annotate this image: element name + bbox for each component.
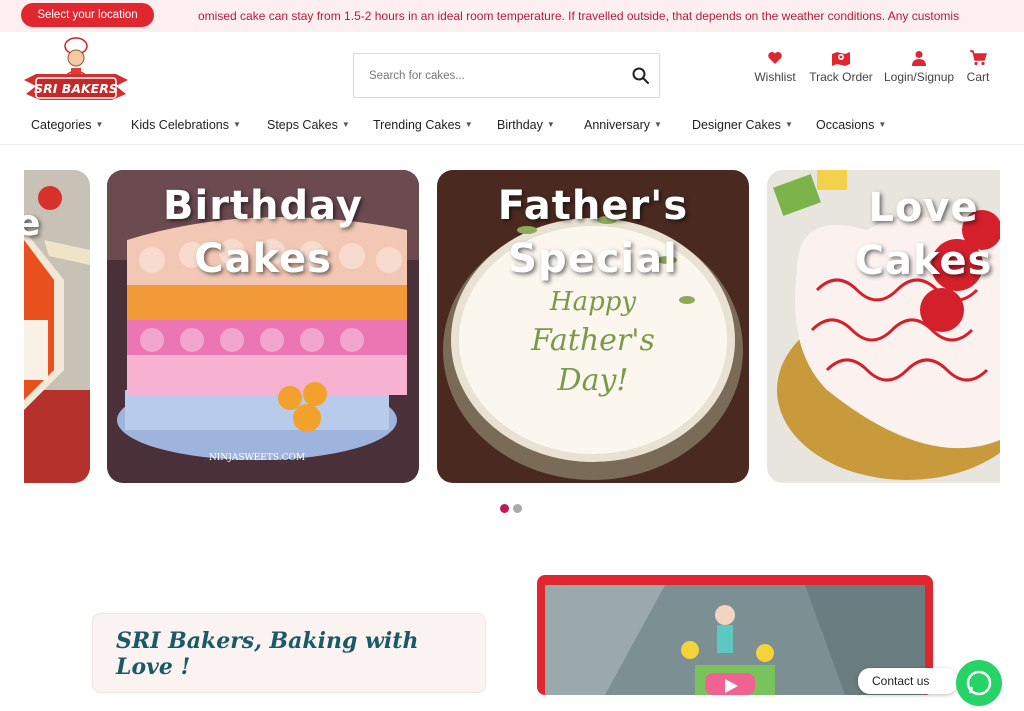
slide-title-line2: Cakes (854, 238, 993, 284)
contact-us-button[interactable]: Contact us (858, 668, 958, 694)
carousel-dots (500, 500, 526, 518)
svg-text:Happy: Happy (549, 287, 636, 317)
site-header: SRI BAKERS Wishlist Track Order Login/Si… (0, 32, 1024, 110)
cart-icon (970, 50, 987, 66)
chevron-down-icon: ▼ (878, 120, 887, 129)
nav-item-steps-cakes[interactable]: Steps Cakes ▼ (267, 118, 350, 132)
chevron-down-icon: ▼ (654, 120, 662, 129)
carousel-slide-love[interactable]: Love Cakes (767, 170, 1000, 483)
search-input[interactable] (369, 66, 619, 86)
login-signup-label: Login/Signup (884, 70, 955, 84)
carousel-dot-active[interactable] (500, 504, 509, 513)
nav-item-kids-celebrations[interactable]: Kids Celebrations ▼ (131, 118, 241, 132)
svg-text:Father's: Father's (530, 323, 655, 358)
chevron-down-icon: ▼ (784, 120, 793, 129)
slide-title-line2: Special (508, 236, 678, 282)
whatsapp-icon (966, 670, 992, 696)
watermark-text: NINJASWEETS.COM (209, 453, 305, 463)
nav-label: Occasions (816, 118, 875, 132)
nav-item-designer-cakes[interactable]: Designer Cakes ▼ (692, 118, 793, 132)
nav-label: Kids Celebrations (131, 118, 229, 132)
slide-title-line2: e (24, 203, 42, 244)
track-order-label: Track Order (809, 70, 873, 84)
nav-label: Anniversary (584, 118, 650, 132)
search-box[interactable] (353, 53, 660, 98)
nav-item-categories[interactable]: Categories ▼ (31, 118, 103, 132)
slide-title-line1: Love (868, 185, 979, 231)
search-icon[interactable] (631, 66, 651, 86)
whatsapp-button[interactable] (956, 660, 1002, 706)
map-pin-icon (832, 52, 850, 66)
heart-icon (768, 52, 782, 64)
chevron-down-icon: ▼ (232, 120, 241, 129)
announcement-text: omised cake can stay from 1.5-2 hours in… (198, 9, 960, 23)
main-nav: Categories ▼ Kids Celebrations ▼ Steps Cak… (0, 110, 1024, 145)
nav-label: Designer Cakes (692, 118, 781, 132)
nav-item-birthday[interactable]: Birthday ▼ (497, 118, 555, 132)
slide-title-line2: Cakes (194, 236, 332, 282)
chevron-down-icon: ▼ (464, 120, 473, 129)
carousel-slide-partial[interactable]: e (24, 170, 90, 483)
chevron-down-icon: ▼ (341, 120, 350, 129)
about-title: SRI Bakers, Baking with Love ! (116, 628, 419, 680)
nav-label: Trending Cakes (373, 118, 461, 132)
logo-text: SRI BAKERS (34, 81, 118, 96)
wishlist-label: Wishlist (754, 70, 796, 84)
cart-label: Cart (966, 70, 990, 84)
sri-bakers-logo[interactable]: SRI BAKERS (22, 36, 130, 104)
select-location-button[interactable]: Select your location (21, 3, 154, 27)
user-icon (912, 51, 926, 66)
nav-item-anniversary[interactable]: Anniversary ▼ (584, 118, 662, 132)
announcement-bar: Select your location omised cake can sta… (0, 0, 1024, 32)
carousel-slide-birthday[interactable]: NINJASWEETS.COM Birthday Cakes (107, 170, 419, 483)
chevron-down-icon: ▼ (546, 120, 555, 129)
nav-label: Steps Cakes (267, 118, 338, 132)
nav-label: Birthday (497, 118, 543, 132)
svg-text:Day!: Day! (557, 363, 629, 398)
cart-link[interactable]: Cart (963, 50, 993, 90)
track-order-link[interactable]: Track Order (808, 50, 874, 90)
nav-label: Categories (31, 118, 92, 132)
login-signup-link[interactable]: Login/Signup (884, 50, 954, 90)
slide-title-line1: Birthday (163, 183, 363, 229)
chevron-down-icon: ▼ (95, 120, 104, 129)
wishlist-link[interactable]: Wishlist (751, 50, 799, 90)
slide-title-line1: Father's (497, 183, 689, 229)
nav-item-trending-cakes[interactable]: Trending Cakes ▼ (373, 118, 473, 132)
carousel-dot[interactable] (513, 504, 522, 513)
nav-item-occasions[interactable]: Occasions ▼ (816, 118, 886, 132)
carousel-slide-fathers-special[interactable]: Happy Father's Day! Father's Special (437, 170, 749, 483)
